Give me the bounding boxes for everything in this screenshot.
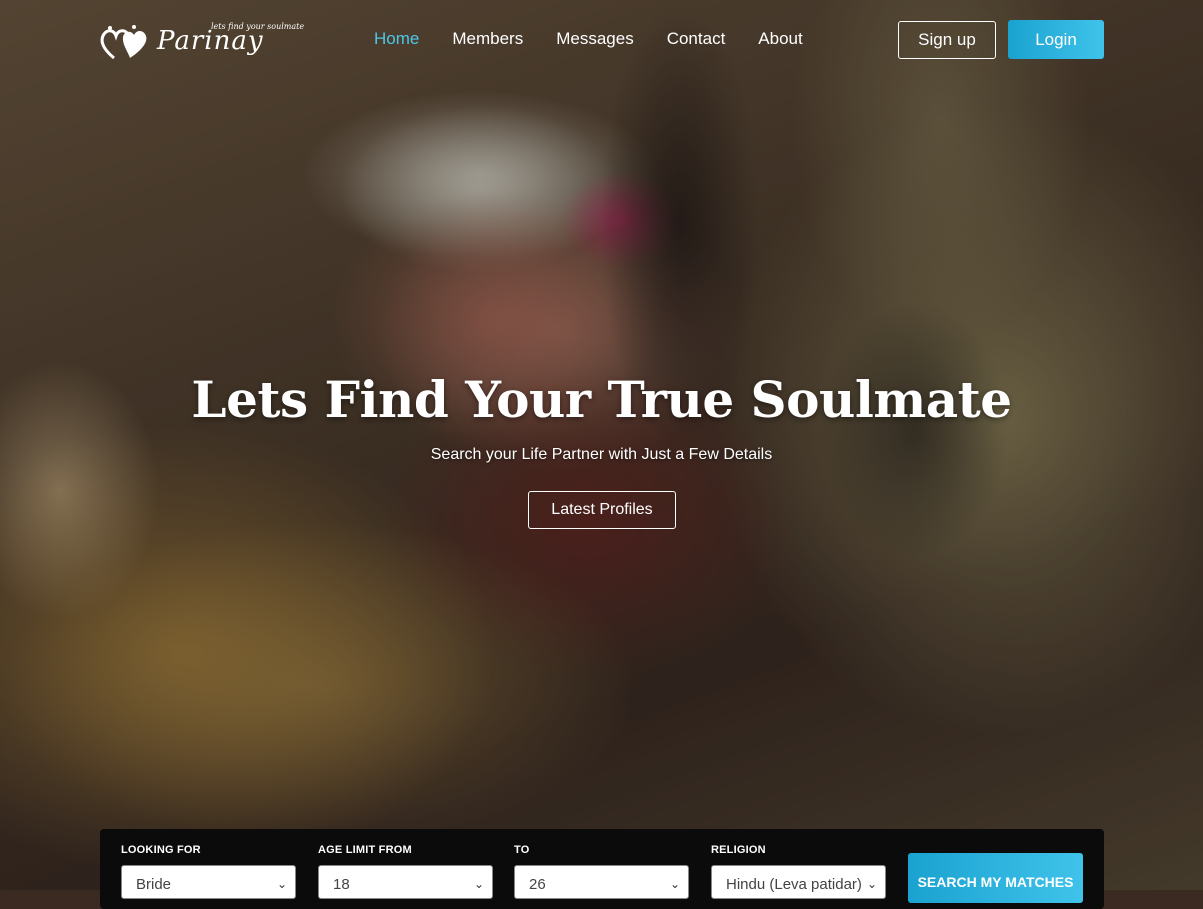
login-button[interactable]: Login	[1008, 20, 1104, 59]
looking-for-select[interactable]: Bride ⌄	[121, 865, 296, 899]
nav-home[interactable]: Home	[374, 29, 419, 49]
nav-messages[interactable]: Messages	[556, 29, 633, 49]
age-to-label: TO	[514, 844, 530, 856]
nav-about[interactable]: About	[758, 29, 802, 49]
latest-profiles-button[interactable]: Latest Profiles	[528, 491, 676, 529]
looking-for-field: LOOKING FOR Bride ⌄	[121, 844, 296, 899]
looking-for-value: Bride	[136, 876, 172, 893]
nav-members[interactable]: Members	[452, 29, 523, 49]
age-from-select[interactable]: 18 ⌄	[318, 865, 493, 899]
nav-contact[interactable]: Contact	[667, 29, 726, 49]
search-matches-button[interactable]: SEARCH MY MATCHES	[908, 853, 1083, 903]
looking-for-label: LOOKING FOR	[121, 844, 201, 856]
hearts-logo-icon	[100, 25, 147, 60]
chevron-down-icon: ⌄	[862, 877, 877, 891]
signup-button[interactable]: Sign up	[898, 21, 996, 59]
chevron-down-icon: ⌄	[669, 877, 680, 891]
hero-background	[0, 0, 1203, 890]
brand-tagline: lets find your soulmate	[211, 22, 305, 31]
age-from-label: AGE LIMIT FROM	[318, 844, 412, 856]
age-to-select[interactable]: 26 ⌄	[514, 865, 689, 899]
main-nav: Home Members Messages Contact About	[374, 29, 836, 49]
hero-title: Lets Find Your True Soulmate	[191, 370, 1012, 429]
search-panel: LOOKING FOR Bride ⌄ AGE LIMIT FROM 18 ⌄ …	[100, 829, 1104, 909]
hero-subtitle: Search your Life Partner with Just a Few…	[430, 446, 773, 463]
religion-select[interactable]: Hindu (Leva patidar) ⌄	[711, 865, 886, 899]
chevron-down-icon: ⌄	[276, 877, 287, 891]
age-to-value: 26	[529, 876, 546, 893]
religion-field: RELIGION Hindu (Leva patidar) ⌄	[711, 844, 886, 899]
age-to-field: TO 26 ⌄	[514, 844, 689, 899]
age-from-field: AGE LIMIT FROM 18 ⌄	[318, 844, 493, 899]
chevron-down-icon: ⌄	[473, 877, 484, 891]
age-from-value: 18	[333, 876, 350, 893]
religion-label: RELIGION	[711, 844, 766, 856]
brand-logo[interactable]: Parinay lets find your soulmate	[100, 20, 304, 64]
religion-value: Hindu (Leva patidar)	[726, 876, 862, 893]
